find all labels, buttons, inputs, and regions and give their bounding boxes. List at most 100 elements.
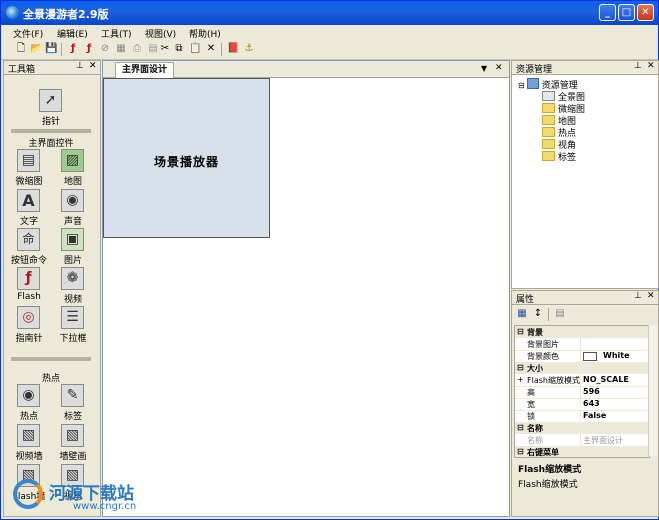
toolbox-panel: 工具箱 ⊥ ✕ ➚ 指针 主界面控件 ▤ 微缩图 ▨ 地图 A 文字 ◉ 声音 命按钮命… — [3, 60, 101, 517]
preview-icon[interactable]: ▤ — [147, 43, 159, 55]
text-icon: A — [17, 189, 40, 212]
thumbnail-icon: ▤ — [17, 149, 40, 172]
folder-icon — [542, 127, 555, 137]
group-hotspots: 热点 — [41, 374, 60, 384]
description-text: Flash缩放模式 — [518, 480, 578, 490]
folder-icon — [542, 103, 555, 113]
toolbar: 🗋 📂 💾 ƒ ƒ ⊘ ▦ ⎙ ▤ ✂ ⧉ 📋 ✕ 📕 ⚓ — [1, 40, 658, 60]
resource-header: 资源管理 ⊥ ✕ — [512, 61, 658, 75]
document-area: 主界面设计 ▼ ✕ 场景播放器 — [102, 60, 510, 517]
dropdown-icon: ☰ — [61, 306, 84, 329]
print-icon[interactable]: ⎙ — [131, 43, 143, 55]
new-file-icon[interactable]: 🗋 — [15, 43, 27, 55]
command-icon: 命 — [17, 228, 40, 251]
tool-label: 图片 — [63, 256, 82, 266]
app-globe-icon — [6, 6, 19, 19]
window-title: 全景漫游者2.9版 — [23, 8, 109, 21]
open-folder-icon[interactable]: 📂 — [30, 43, 42, 55]
property-scrollbar[interactable] — [648, 325, 658, 456]
pin-icon[interactable]: ⊥ — [76, 61, 84, 71]
compass-icon: ◎ — [17, 306, 40, 329]
scene-player-box[interactable]: 场景播放器 — [103, 78, 270, 238]
delete-icon[interactable]: ✕ — [205, 43, 217, 55]
tool-sound[interactable]: ◉ 声音 — [51, 189, 95, 227]
grid-icon[interactable]: ▦ — [115, 43, 127, 55]
tree-item-label: 标签 — [558, 153, 577, 163]
close-icon[interactable]: ✕ — [89, 61, 97, 71]
pointer-icon: ➚ — [39, 89, 62, 112]
property-grid: ⊟ 背景 背景图片 背景颜色 White ⊟ 大小 + Flash缩放模式 NO_SCAL… — [514, 325, 650, 458]
tool-label: 指针 — [41, 117, 60, 127]
tool-label: 墙壁画 — [59, 452, 87, 462]
flash-red-alt-icon[interactable]: ƒ — [83, 43, 95, 55]
hotspot-icon: ◉ — [17, 384, 40, 407]
properties-header: 属性 ⊥ ✕ — [512, 291, 658, 305]
category-name[interactable]: ⊟ 名称 — [515, 422, 649, 434]
tab-close-icon[interactable]: ✕ — [495, 63, 503, 73]
tree-item[interactable]: 标签 — [542, 150, 576, 163]
folder-icon — [542, 139, 555, 149]
category-background[interactable]: ⊟ 背景 — [515, 326, 649, 338]
properties-title: 属性 — [516, 295, 535, 305]
tool-label: 视频 — [63, 295, 82, 305]
menu-tools[interactable]: 工具(T) — [101, 27, 132, 40]
paste-icon[interactable]: 📋 — [189, 43, 201, 55]
menu-bar: 文件(F) 编辑(E) 工具(T) 视图(V) 帮助(H) — [1, 25, 658, 40]
collapse-icon[interactable]: ⊟ — [518, 81, 525, 90]
tool-label: 地图 — [63, 177, 82, 187]
color-swatch — [583, 352, 597, 361]
link-icon[interactable]: ⊘ — [99, 43, 111, 55]
toolbox-title: 工具箱 — [8, 65, 36, 75]
property-pages-icon[interactable]: ▤ — [554, 308, 566, 320]
save-icon[interactable]: 💾 — [45, 43, 57, 55]
category-size[interactable]: ⊟ 大小 — [515, 362, 649, 374]
map-icon: ▨ — [61, 149, 84, 172]
menu-edit[interactable]: 编辑(E) — [57, 27, 88, 40]
tag-icon: ✎ — [61, 384, 84, 407]
video-icon: ❁ — [61, 267, 84, 290]
sort-az-icon[interactable]: ↕ — [532, 308, 544, 320]
close-icon[interactable]: ✕ — [647, 291, 655, 301]
maximize-button[interactable]: □ — [618, 4, 635, 21]
category-context-menu[interactable]: ⊟ 右键菜单 — [515, 446, 649, 457]
wall-painting-icon: ▧ — [61, 424, 84, 447]
tool-dropdown[interactable]: ☰ 下拉框 — [51, 306, 95, 344]
publish-icon[interactable]: ⚓ — [243, 43, 255, 55]
tool-image[interactable]: ▣ 图片 — [51, 228, 95, 266]
tool-pointer[interactable]: ➚ 指针 — [29, 89, 73, 127]
tab-list-icon[interactable]: ▼ — [481, 64, 487, 73]
minimize-button[interactable]: _ — [599, 4, 616, 21]
tool-video[interactable]: ❁ 视频 — [51, 267, 95, 305]
pin-icon[interactable]: ⊥ — [634, 61, 642, 71]
tab-main-design[interactable]: 主界面设计 — [115, 62, 175, 78]
main-window: 全景漫游者2.9版 _ □ ✕ 文件(F) 编辑(E) 工具(T) 视图(V) … — [0, 0, 659, 520]
toolbox-items: ➚ 指针 主界面控件 ▤ 微缩图 ▨ 地图 A 文字 ◉ 声音 命按钮命令 ▣ 图片 ƒF… — [7, 79, 95, 511]
categorized-icon[interactable]: ▦ — [516, 308, 528, 320]
menu-help[interactable]: 帮助(H) — [189, 27, 221, 40]
copy-icon[interactable]: ⧉ — [173, 43, 185, 55]
tool-map[interactable]: ▨ 地图 — [51, 149, 95, 187]
tool-tag[interactable]: ✎ 标签 — [51, 384, 95, 422]
computer-icon — [526, 78, 539, 89]
pin-icon[interactable]: ⊥ — [634, 291, 642, 301]
resource-title: 资源管理 — [516, 65, 553, 75]
folder-icon — [542, 91, 555, 101]
book-icon[interactable]: 📕 — [227, 43, 239, 55]
close-icon[interactable]: ✕ — [647, 61, 655, 71]
cut-icon[interactable]: ✂ — [159, 43, 171, 55]
scene-player-label: 场景播放器 — [153, 155, 219, 169]
tool-label: 声音 — [63, 217, 82, 227]
close-button[interactable]: ✕ — [637, 4, 654, 21]
properties-panel: 属性 ⊥ ✕ ▦ ↕ ▤ ⊟ 背景 背景图片 背景颜色 White ⊟ 大小 + Fla… — [511, 290, 659, 517]
tool-label: 下拉框 — [59, 334, 87, 344]
menu-view[interactable]: 视图(V) — [145, 27, 176, 40]
tool-label: 标签 — [63, 412, 82, 422]
sound-icon: ◉ — [61, 189, 84, 212]
menu-file[interactable]: 文件(F) — [13, 27, 43, 40]
flash-red-icon[interactable]: ƒ — [67, 43, 79, 55]
watermark-url: www.cngr.cn — [73, 501, 137, 512]
flash-icon: ƒ — [17, 267, 40, 290]
title-bar: 全景漫游者2.9版 _ □ ✕ — [1, 1, 658, 25]
tool-wall-painting[interactable]: ▧ 墙壁画 — [51, 424, 95, 462]
properties-toolbar: ▦ ↕ ▤ — [512, 305, 658, 325]
